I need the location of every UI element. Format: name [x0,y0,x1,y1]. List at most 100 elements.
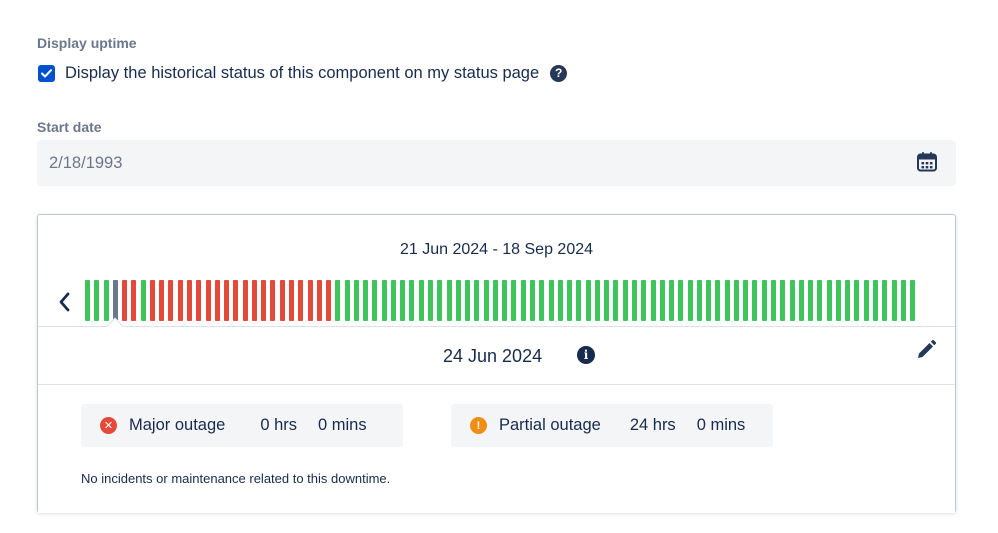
uptime-day-bar[interactable] [752,280,758,321]
uptime-day-bar[interactable] [780,280,786,321]
uptime-day-bar[interactable] [437,280,443,321]
uptime-day-bar[interactable] [910,280,915,321]
uptime-day-bar[interactable] [808,280,814,321]
uptime-day-bar[interactable] [112,280,118,321]
uptime-day-bar[interactable] [94,280,100,321]
uptime-day-bar[interactable] [678,280,684,321]
uptime-day-bar[interactable] [900,280,906,321]
uptime-day-bar[interactable] [196,280,202,321]
uptime-day-bar[interactable] [650,280,656,321]
uptime-day-bar[interactable] [363,280,369,321]
uptime-day-bar[interactable] [743,280,749,321]
uptime-day-bar[interactable] [131,280,137,321]
uptime-day-bar[interactable] [381,280,387,321]
uptime-day-bar[interactable] [557,280,563,321]
uptime-day-bar[interactable] [187,280,192,321]
uptime-day-bar[interactable] [771,280,776,321]
info-icon[interactable]: i [577,346,595,364]
uptime-day-bar[interactable] [242,280,248,321]
uptime-day-bar[interactable] [483,280,489,321]
uptime-day-bar[interactable] [122,280,128,321]
calendar-icon[interactable] [916,151,938,173]
uptime-day-bar[interactable] [724,280,730,321]
uptime-day-bar[interactable] [316,280,322,321]
uptime-day-bar[interactable] [622,280,628,321]
uptime-day-bar[interactable] [835,280,841,321]
uptime-day-bar[interactable] [817,280,823,321]
uptime-day-bar[interactable] [576,280,582,321]
uptime-day-bar[interactable] [418,280,424,321]
uptime-day-bar[interactable] [492,280,498,321]
uptime-day-bar[interactable] [446,280,452,321]
uptime-day-bar[interactable] [335,280,341,321]
uptime-day-bar[interactable] [863,280,869,321]
uptime-day-bar[interactable] [353,280,359,321]
uptime-day-bar[interactable] [631,280,637,321]
uptime-day-bar[interactable] [891,280,897,321]
uptime-day-bar[interactable] [789,280,795,321]
uptime-day-bar[interactable] [585,280,591,321]
uptime-day-bar[interactable] [798,280,804,321]
uptime-day-bar[interactable] [511,280,517,321]
uptime-day-bar[interactable] [205,280,211,321]
uptime-day-bar[interactable] [845,280,851,321]
uptime-day-bar[interactable] [613,280,619,321]
uptime-day-bar[interactable] [696,280,702,321]
chevron-left-icon[interactable] [57,291,73,313]
uptime-day-bar[interactable] [326,280,331,321]
uptime-day-bar[interactable] [428,280,433,321]
uptime-day-bar[interactable] [826,280,832,321]
uptime-day-bar[interactable] [168,280,174,321]
uptime-day-bar[interactable] [882,280,888,321]
uptime-day-bar[interactable] [103,280,109,321]
uptime-day-bar[interactable] [641,280,647,321]
uptime-day-bar[interactable] [604,280,610,321]
uptime-day-bar[interactable] [288,280,294,321]
uptime-day-bar[interactable] [344,280,350,321]
uptime-day-bar[interactable] [474,280,480,321]
uptime-day-bar[interactable] [140,280,146,321]
uptime-day-bar[interactable] [594,280,600,321]
historical-status-checkbox-row[interactable]: Display the historical status of this co… [38,62,568,84]
question-circle-icon[interactable]: ? [550,64,568,82]
uptime-day-bar[interactable] [307,280,313,321]
uptime-day-bar[interactable] [214,280,220,321]
uptime-day-bar[interactable] [177,280,183,321]
uptime-day-bar[interactable] [85,280,90,321]
uptime-day-bar[interactable] [669,280,674,321]
uptime-day-bar[interactable] [149,280,155,321]
uptime-day-bar[interactable] [854,280,860,321]
uptime-day-bar[interactable] [224,280,229,321]
uptime-day-bar[interactable] [733,280,739,321]
uptime-day-bar[interactable] [455,280,461,321]
uptime-day-bar[interactable] [270,280,276,321]
uptime-day-bar[interactable] [279,280,285,321]
historical-status-checkbox-label[interactable]: Display the historical status of this co… [65,64,539,83]
pencil-icon[interactable] [915,339,937,361]
uptime-day-bar[interactable] [659,280,665,321]
uptime-day-bar[interactable] [298,280,304,321]
uptime-day-bar[interactable] [539,280,545,321]
uptime-day-bar[interactable] [530,280,535,321]
uptime-day-bar[interactable] [400,280,406,321]
uptime-day-bar[interactable] [567,280,572,321]
uptime-day-bar[interactable] [233,280,239,321]
uptime-day-bar[interactable] [251,280,257,321]
start-date-value[interactable]: 2/18/1993 [49,154,122,173]
uptime-day-bar[interactable] [872,280,878,321]
uptime-day-bar[interactable] [687,280,693,321]
start-date-input[interactable]: 2/18/1993 [37,140,956,186]
uptime-day-bar[interactable] [715,280,721,321]
uptime-day-bar[interactable] [261,280,267,321]
uptime-day-bar[interactable] [465,280,471,321]
uptime-day-bar[interactable] [390,280,396,321]
uptime-day-bar[interactable] [706,280,712,321]
uptime-day-bar[interactable] [520,280,526,321]
uptime-day-bar[interactable] [761,280,767,321]
uptime-day-bar[interactable] [372,280,378,321]
historical-status-checkbox[interactable] [38,64,55,82]
uptime-day-bar[interactable] [502,280,508,321]
uptime-day-bar[interactable] [548,280,554,321]
uptime-day-bar[interactable] [409,280,415,321]
uptime-day-bar[interactable] [159,280,165,321]
